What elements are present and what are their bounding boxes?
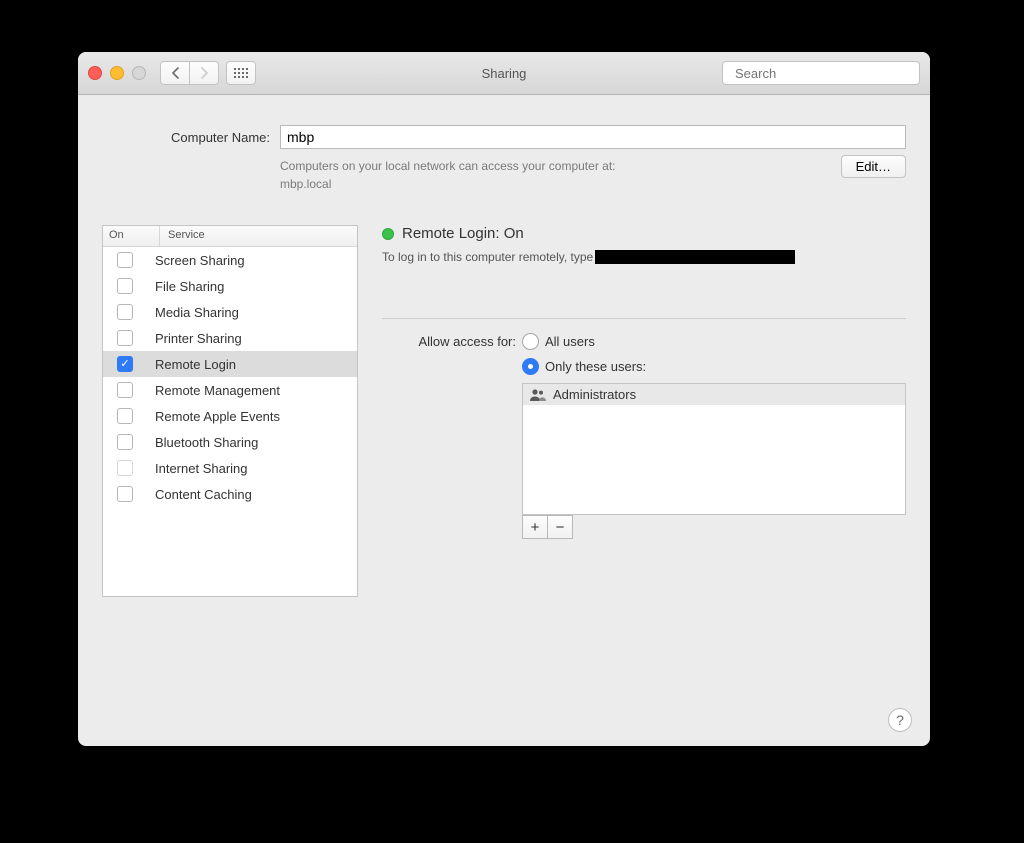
divider — [382, 318, 906, 319]
service-checkbox[interactable] — [117, 252, 133, 268]
grid-icon — [226, 61, 256, 85]
user-row[interactable]: Administrators — [523, 384, 905, 405]
col-service: Service — [160, 226, 357, 246]
search-field[interactable] — [722, 61, 920, 85]
radio-icon — [522, 333, 539, 350]
service-detail: Remote Login: On To log in to this compu… — [382, 225, 906, 597]
services-table: On Service Screen Sharing File Sharing Med… — [102, 225, 358, 597]
service-checkbox[interactable] — [117, 486, 133, 502]
service-label: Bluetooth Sharing — [147, 435, 357, 450]
window-controls — [88, 66, 146, 80]
service-label: Printer Sharing — [147, 331, 357, 346]
service-checkbox[interactable]: ✓ — [117, 356, 133, 372]
service-status: Remote Login: On — [382, 225, 906, 242]
show-all-button[interactable] — [227, 61, 256, 85]
service-checkbox[interactable] — [117, 460, 133, 476]
service-checkbox[interactable] — [117, 434, 133, 450]
chevron-left-icon — [171, 67, 180, 79]
radio-all-label: All users — [545, 334, 595, 349]
radio-all-users[interactable]: All users — [522, 333, 906, 350]
service-label: Content Caching — [147, 487, 357, 502]
col-on: On — [103, 226, 160, 246]
titlebar: Sharing — [78, 52, 930, 95]
service-checkbox[interactable] — [117, 382, 133, 398]
zoom-window-icon — [132, 66, 146, 80]
radio-only-these-users[interactable]: Only these users: — [522, 358, 906, 375]
status-dot-icon — [382, 228, 394, 240]
service-label: Remote Apple Events — [147, 409, 357, 424]
group-icon — [529, 388, 547, 402]
user-list-buttons: + − — [522, 515, 906, 539]
computer-name-hint: Computers on your local network can acce… — [280, 157, 831, 193]
sharing-preferences-window: Sharing Computer Name: Computers on your… — [78, 52, 930, 746]
service-row[interactable]: Screen Sharing — [103, 247, 357, 273]
service-row[interactable]: Remote Apple Events — [103, 403, 357, 429]
allowed-users-list[interactable]: Administrators — [522, 383, 906, 515]
computer-name-label: Computer Name: — [102, 125, 270, 145]
back-button[interactable] — [160, 61, 190, 85]
service-row[interactable]: Content Caching — [103, 481, 357, 507]
edit-hostname-button[interactable]: Edit… — [841, 155, 906, 178]
computer-name-input[interactable] — [280, 125, 906, 149]
service-checkbox[interactable] — [117, 278, 133, 294]
nav-back-forward — [160, 61, 219, 85]
service-label: File Sharing — [147, 279, 357, 294]
service-row[interactable]: Remote Management — [103, 377, 357, 403]
service-row[interactable]: ✓ Remote Login — [103, 351, 357, 377]
service-label: Remote Management — [147, 383, 357, 398]
service-checkbox[interactable] — [117, 408, 133, 424]
minimize-window-icon[interactable] — [110, 66, 124, 80]
add-user-button[interactable]: + — [522, 515, 548, 539]
forward-button — [189, 61, 219, 85]
services-list[interactable]: Screen Sharing File Sharing Media Sharing P… — [103, 247, 357, 507]
service-label: Media Sharing — [147, 305, 357, 320]
service-checkbox[interactable] — [117, 330, 133, 346]
service-row[interactable]: Bluetooth Sharing — [103, 429, 357, 455]
service-checkbox[interactable] — [117, 304, 133, 320]
service-row[interactable]: Internet Sharing — [103, 455, 357, 481]
help-button[interactable]: ? — [888, 708, 912, 732]
service-row[interactable]: File Sharing — [103, 273, 357, 299]
status-title: Remote Login: On — [402, 225, 524, 242]
chevron-right-icon — [200, 67, 209, 79]
service-row[interactable]: Printer Sharing — [103, 325, 357, 351]
service-label: Remote Login — [147, 357, 357, 372]
user-label: Administrators — [553, 387, 636, 402]
radio-these-label: Only these users: — [545, 359, 646, 374]
search-input[interactable] — [733, 65, 913, 82]
service-label: Screen Sharing — [147, 253, 357, 268]
service-row[interactable]: Media Sharing — [103, 299, 357, 325]
services-header: On Service — [103, 226, 357, 247]
computer-name-row: Computer Name: Computers on your local n… — [102, 125, 906, 193]
redacted-ssh-command — [595, 250, 795, 264]
access-section: Allow access for: All users Only these u… — [382, 333, 906, 539]
pane-body: Computer Name: Computers on your local n… — [78, 95, 930, 746]
radio-icon — [522, 358, 539, 375]
access-label: Allow access for: — [382, 333, 516, 539]
remote-login-hint: To log in to this computer remotely, typ… — [382, 250, 906, 264]
remove-user-button[interactable]: − — [547, 515, 573, 539]
close-window-icon[interactable] — [88, 66, 102, 80]
service-label: Internet Sharing — [147, 461, 357, 476]
